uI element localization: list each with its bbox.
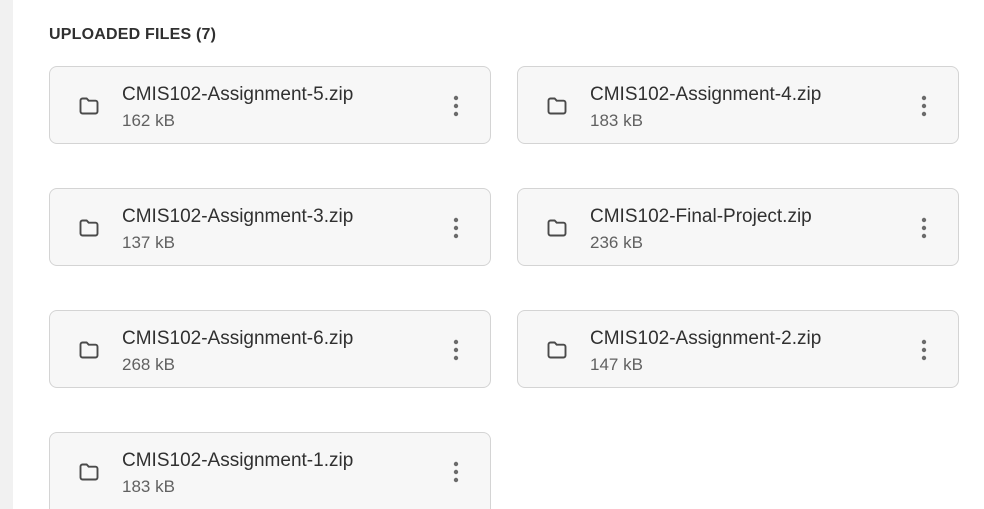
file-card[interactable]: CMIS102-Assignment-3.zip 137 kB — [49, 188, 491, 266]
file-size: 236 kB — [590, 233, 643, 252]
file-card[interactable]: CMIS102-Final-Project.zip 236 kB — [517, 188, 959, 266]
file-size: 183 kB — [590, 111, 643, 130]
folder-icon — [546, 95, 568, 117]
file-name: CMIS102-Assignment-4.zip — [590, 84, 822, 105]
file-card[interactable]: CMIS102-Assignment-1.zip 183 kB — [49, 432, 491, 509]
file-size: 147 kB — [590, 355, 643, 374]
file-card[interactable]: CMIS102-Assignment-6.zip 268 kB — [49, 310, 491, 388]
folder-icon — [78, 461, 100, 483]
file-card[interactable]: CMIS102-Assignment-4.zip 183 kB — [517, 66, 959, 144]
more-vertical-icon[interactable] — [446, 460, 466, 484]
file-name: CMIS102-Assignment-1.zip — [122, 450, 354, 471]
file-size: 183 kB — [122, 477, 175, 496]
file-name: CMIS102-Assignment-6.zip — [122, 328, 354, 349]
more-vertical-icon[interactable] — [446, 216, 466, 240]
file-size: 162 kB — [122, 111, 175, 130]
more-vertical-icon[interactable] — [914, 94, 934, 118]
more-vertical-icon[interactable] — [914, 338, 934, 362]
folder-icon — [78, 339, 100, 361]
file-size: 137 kB — [122, 233, 175, 252]
file-name: CMIS102-Assignment-2.zip — [590, 328, 822, 349]
section-title: UPLOADED FILES (7) — [49, 26, 217, 43]
file-name: CMIS102-Assignment-5.zip — [122, 84, 354, 105]
folder-icon — [78, 95, 100, 117]
folder-icon — [78, 217, 100, 239]
file-name: CMIS102-Assignment-3.zip — [122, 206, 354, 227]
file-card[interactable]: CMIS102-Assignment-5.zip 162 kB — [49, 66, 491, 144]
file-card[interactable]: CMIS102-Assignment-2.zip 147 kB — [517, 310, 959, 388]
file-size: 268 kB — [122, 355, 175, 374]
more-vertical-icon[interactable] — [446, 338, 466, 362]
folder-icon — [546, 217, 568, 239]
folder-icon — [546, 339, 568, 361]
file-name: CMIS102-Final-Project.zip — [590, 206, 812, 227]
more-vertical-icon[interactable] — [914, 216, 934, 240]
left-rail — [0, 0, 13, 509]
more-vertical-icon[interactable] — [446, 94, 466, 118]
